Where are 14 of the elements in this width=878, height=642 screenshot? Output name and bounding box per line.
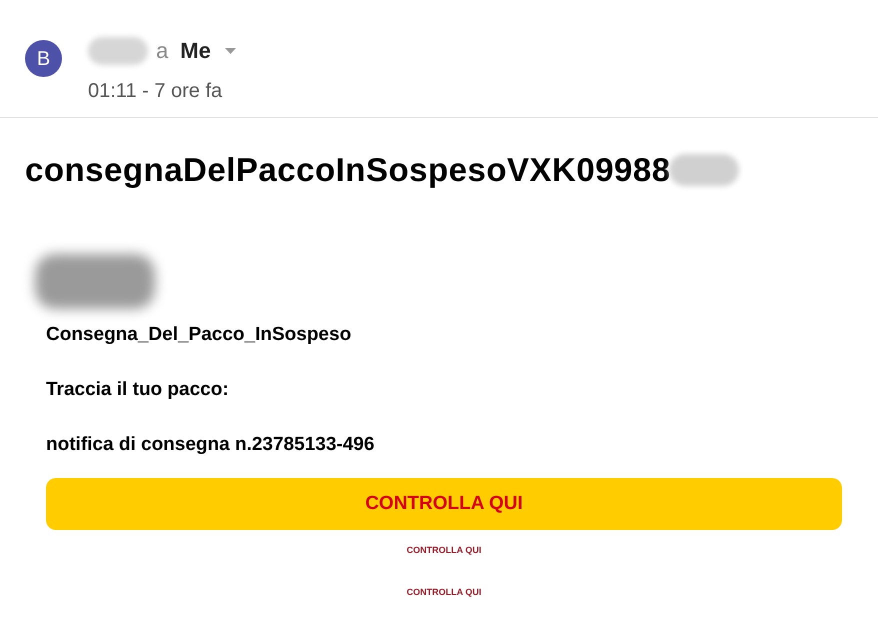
check-link[interactable]: CONTROLLA QUI bbox=[406, 544, 482, 558]
redaction-blur bbox=[668, 154, 739, 186]
check-button[interactable]: CONTROLLA QUI bbox=[46, 478, 842, 530]
body-text: Consegna_Del_Pacco_InSospeso bbox=[46, 323, 352, 347]
timestamp: 01:11 - 7 ore fa bbox=[88, 78, 224, 104]
check-link[interactable]: CONTROLLA QUI bbox=[406, 586, 482, 599]
redaction-blur bbox=[88, 36, 148, 64]
avatar: B bbox=[25, 40, 62, 77]
connector-text: a bbox=[156, 37, 168, 65]
recipient-name: Me bbox=[180, 37, 211, 65]
email-subject: consegnaDelPaccoInSospesoVXK09988 bbox=[25, 150, 671, 190]
body-text: Traccia il tuo pacco: bbox=[46, 378, 230, 402]
body-text: notifica di consegna n.23785133-496 bbox=[46, 433, 376, 457]
dropdown-caret-icon[interactable] bbox=[224, 48, 236, 54]
